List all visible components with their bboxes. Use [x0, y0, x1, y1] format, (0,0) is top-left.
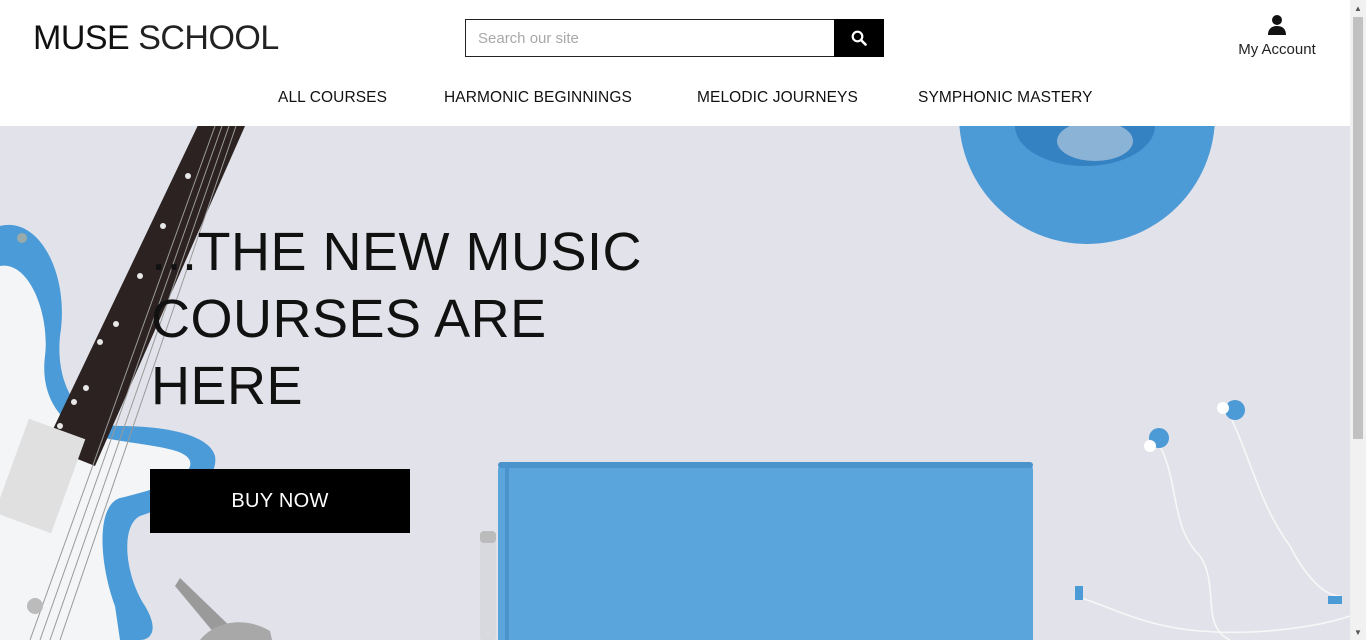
site-logo[interactable]: MUSE SCHOOL [33, 18, 279, 58]
earphones-illustration [1074, 415, 1350, 640]
site-header: MUSE SCHOOL My Account ALL COURSES HARMO… [0, 0, 1350, 126]
nav-melodic-journeys[interactable]: MELODIC JOURNEYS [697, 86, 858, 110]
hero-headline: ...THE NEW MUSIC COURSES ARE HERE [151, 222, 642, 416]
my-account-link[interactable]: My Account [1228, 14, 1326, 58]
logo-muse: MUSE [33, 19, 130, 57]
user-icon [1268, 15, 1286, 35]
scroll-up-arrow-icon[interactable]: ▲ [1350, 0, 1366, 16]
my-account-label: My Account [1238, 41, 1316, 58]
buy-now-button[interactable]: BUY NOW [150, 469, 410, 533]
scroll-down-arrow-icon[interactable]: ▼ [1350, 624, 1366, 640]
nav-harmonic-beginnings[interactable]: HARMONIC BEGINNINGS [444, 86, 632, 110]
page-scrollbar[interactable]: ▲ ▼ [1350, 0, 1366, 640]
search-input[interactable] [465, 19, 835, 57]
search-icon [851, 30, 867, 46]
hero-banner: ...THE NEW MUSIC COURSES ARE HERE BUY NO… [0, 126, 1350, 640]
nav-symphonic-mastery[interactable]: SYMPHONIC MASTERY [918, 86, 1093, 110]
main-nav: ALL COURSES HARMONIC BEGINNINGS MELODIC … [0, 86, 1350, 112]
nav-all-courses[interactable]: ALL COURSES [278, 86, 387, 110]
notebook-illustration [480, 462, 1033, 640]
scrollbar-thumb[interactable] [1353, 17, 1363, 439]
speaker-illustration [959, 126, 1215, 244]
search-bar [465, 19, 884, 57]
page: MUSE SCHOOL My Account ALL COURSES HARMO… [0, 0, 1350, 640]
compass-illustration [175, 578, 272, 640]
earbud-illustration [1075, 400, 1342, 604]
logo-school: SCHOOL [138, 19, 279, 57]
search-button[interactable] [834, 19, 884, 57]
